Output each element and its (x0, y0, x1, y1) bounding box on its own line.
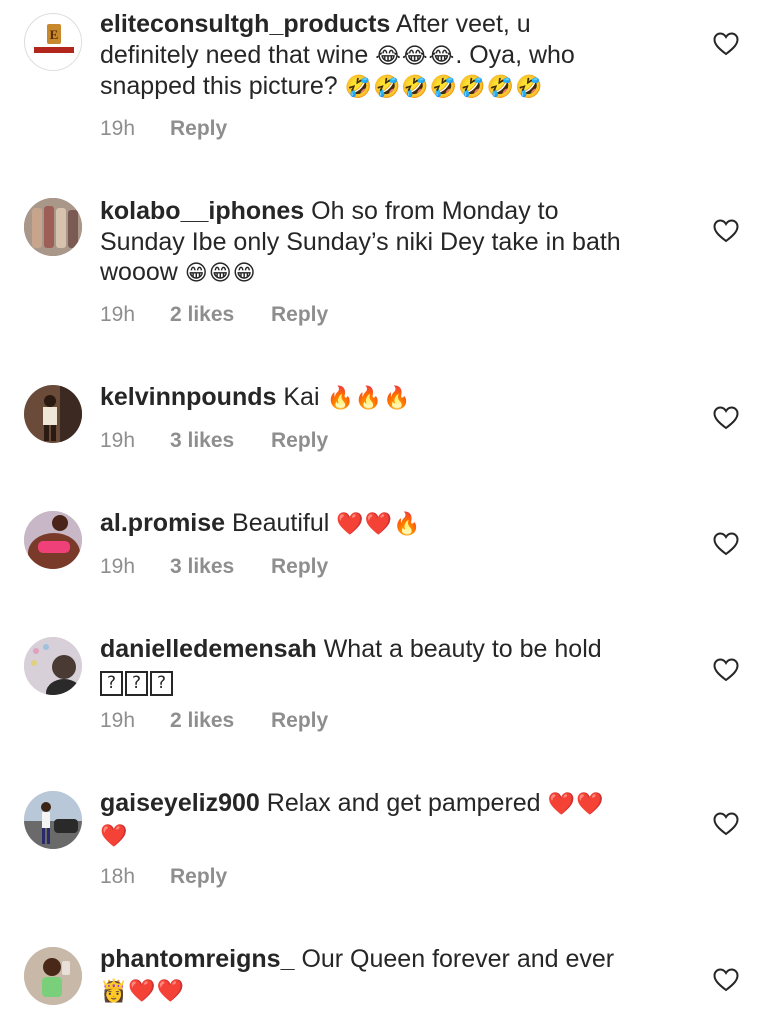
comment-username[interactable]: eliteconsultgh_products (100, 10, 390, 38)
comment-time[interactable]: 19h (100, 303, 170, 327)
comment-text: gaiseyeliz900 Relax and get pampered ❤️❤… (100, 788, 670, 851)
comment-body-line1: Oh so from Monday to (311, 197, 559, 225)
comment-body-line3: snapped this picture? (100, 72, 338, 100)
comment-meta: 19h 3 likes Reply (100, 429, 328, 453)
comment-body-line3: wooow (100, 258, 178, 286)
comment-text: kelvinnpounds Kai 🔥🔥🔥 (100, 382, 670, 414)
emoji-hearts: ❤️❤️ (547, 791, 605, 816)
comment-body: Kai (283, 383, 320, 411)
likes-count[interactable]: 3 likes (170, 429, 271, 453)
comment-meta: 18h Reply (100, 865, 227, 889)
likes-count[interactable]: 2 likes (170, 709, 271, 733)
emoji-rofl: 🤣🤣🤣🤣🤣🤣🤣 (344, 74, 544, 99)
reply-button[interactable]: Reply (271, 303, 328, 327)
emoji-fire: 🔥🔥🔥 (326, 385, 412, 410)
comment-body-oya: . Oya, who (455, 40, 575, 69)
comment-meta: 19h 3 likes Reply (100, 555, 328, 579)
comment-text: kolabo__iphones Oh so from Monday to Sun… (100, 196, 670, 289)
emoji-queen-hearts: 👸❤️❤️ (100, 977, 186, 1003)
avatar[interactable]: E (24, 13, 82, 71)
comment-body: Our Queen forever and ever (301, 945, 615, 973)
comment-time[interactable]: 19h (100, 117, 170, 141)
likes-count[interactable]: 2 likes (170, 303, 271, 327)
heart-outline-icon[interactable] (713, 406, 739, 430)
svg-text:E: E (50, 27, 59, 42)
comment-body: Beautiful (232, 509, 330, 537)
comment-username[interactable]: phantomreigns_ (100, 945, 294, 973)
emoji-missing-glyphs: ??? (100, 669, 173, 696)
phones-avatar-icon (24, 198, 82, 256)
reply-button[interactable]: Reply (271, 555, 328, 579)
comment-text: danielledemensah What a beauty to be hol… (100, 634, 670, 697)
comment-text: al.promise Beautiful ❤️❤️🔥 (100, 508, 670, 540)
person-avatar-icon (24, 511, 82, 569)
reply-button[interactable]: Reply (271, 429, 328, 453)
comment-time[interactable]: 19h (100, 429, 170, 453)
comment-time[interactable]: 19h (100, 709, 170, 733)
likes-count[interactable]: 3 likes (170, 555, 271, 579)
comment-body: Relax and get pampered (266, 789, 541, 817)
comment-text: phantomreigns_ Our Queen forever and eve… (100, 944, 670, 1006)
heart-outline-icon[interactable] (713, 968, 739, 992)
person-avatar-icon (24, 791, 82, 849)
comment-username[interactable]: kelvinnpounds (100, 383, 276, 411)
person-avatar-icon (24, 385, 82, 443)
comment-meta: 19h 2 likes Reply (100, 709, 328, 733)
comment-meta: 19h 2 likes Reply (100, 303, 328, 327)
comment-text: eliteconsultgh_products After veet, u de… (100, 9, 670, 103)
logo-avatar-icon: E (26, 15, 81, 70)
comment-username[interactable]: gaiseyeliz900 (100, 789, 260, 817)
comment-body: What a beauty to be hold (323, 635, 602, 663)
heart-outline-icon[interactable] (713, 532, 739, 556)
heart-outline-icon[interactable] (713, 812, 739, 836)
comment-body-line2: Sunday Ibe only Sunday’s niki Dey take i… (100, 227, 621, 256)
avatar[interactable] (24, 385, 82, 443)
emoji-grin: 😁😁😁 (184, 260, 257, 285)
heart-outline-icon[interactable] (713, 658, 739, 682)
comment-time[interactable]: 18h (100, 865, 170, 889)
reply-button[interactable]: Reply (271, 709, 328, 733)
reply-button[interactable]: Reply (170, 865, 227, 889)
comment-time[interactable]: 19h (100, 555, 170, 579)
comment-username[interactable]: danielledemensah (100, 635, 317, 663)
emoji-hearts-fire: ❤️❤️🔥 (336, 511, 422, 536)
comment-username[interactable]: kolabo__iphones (100, 197, 304, 225)
avatar[interactable] (24, 791, 82, 849)
avatar[interactable] (24, 198, 82, 256)
comment-body-line2: definitely need that wine (100, 40, 369, 69)
comment-body-line1: After veet, u (395, 10, 531, 38)
heart-outline-icon[interactable] (713, 219, 739, 243)
heart-outline-icon[interactable] (713, 32, 739, 56)
emoji-laugh: 😂😂😂 (375, 42, 456, 68)
avatar[interactable] (24, 637, 82, 695)
comment-username[interactable]: al.promise (100, 509, 225, 537)
avatar[interactable] (24, 947, 82, 1005)
reply-button[interactable]: Reply (170, 117, 227, 141)
person-avatar-icon (24, 947, 82, 1005)
avatar[interactable] (24, 511, 82, 569)
person-avatar-icon (24, 637, 82, 695)
emoji-heart: ❤️ (100, 822, 129, 848)
comment-meta: 19h Reply (100, 117, 227, 141)
